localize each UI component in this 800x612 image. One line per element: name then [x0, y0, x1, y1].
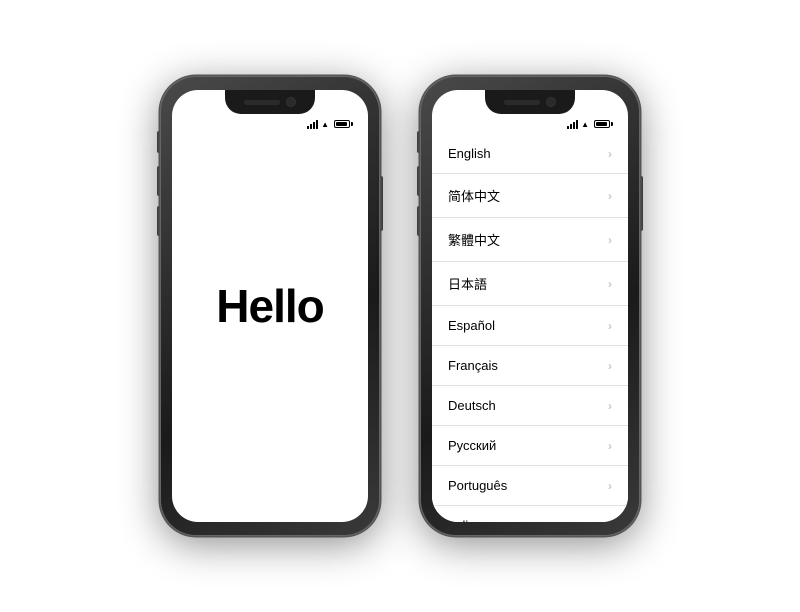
vol-up-right [417, 166, 420, 196]
battery-fill-right [596, 122, 607, 126]
chevron-fr: › [608, 359, 612, 373]
language-screen: English › 简体中文 › 繁體中文 › 日本語 › Español [432, 134, 628, 522]
language-item-pt[interactable]: Português › [432, 466, 628, 506]
chevron-en: › [608, 147, 612, 161]
signal-bar-r3 [573, 122, 575, 129]
language-name-it: Italiano [448, 518, 490, 522]
chevron-zh-hans: › [608, 189, 612, 203]
silent-switch-right [417, 131, 420, 153]
signal-bar-r2 [570, 124, 572, 129]
language-name-en: English [448, 146, 491, 161]
language-name-ru: Русский [448, 438, 496, 453]
vol-down-right [417, 206, 420, 236]
language-item-zh-hans[interactable]: 简体中文 › [432, 174, 628, 218]
language-item-zh-hant[interactable]: 繁體中文 › [432, 218, 628, 262]
wifi-icon-right: ▲ [581, 120, 589, 129]
signal-icon-right [567, 120, 578, 129]
status-icons-left: ▲ [307, 120, 350, 129]
wifi-icon-left: ▲ [321, 120, 329, 129]
chevron-ja: › [608, 277, 612, 291]
power-button-right [640, 176, 643, 231]
chevron-it: › [608, 519, 612, 523]
silent-switch [157, 131, 160, 153]
chevron-de: › [608, 399, 612, 413]
signal-bar-3 [313, 122, 315, 129]
language-name-zh-hant: 繁體中文 [448, 230, 500, 249]
status-bar-left: ▲ [172, 114, 368, 134]
language-item-de[interactable]: Deutsch › [432, 386, 628, 426]
language-name-pt: Português [448, 478, 507, 493]
signal-bar-r4 [576, 120, 578, 129]
signal-bar-2 [310, 124, 312, 129]
language-item-ja[interactable]: 日本語 › [432, 262, 628, 306]
battery-fill-left [336, 122, 347, 126]
signal-bar-1 [307, 126, 309, 129]
chevron-pt: › [608, 479, 612, 493]
language-item-fr[interactable]: Français › [432, 346, 628, 386]
hello-screen: Hello [172, 90, 368, 522]
language-name-ja: 日本語 [448, 274, 487, 293]
language-item-es[interactable]: Español › [432, 306, 628, 346]
vol-up-button [157, 166, 160, 196]
language-item-ru[interactable]: Русский › [432, 426, 628, 466]
notch-left [225, 90, 315, 114]
chevron-es: › [608, 319, 612, 333]
camera-right [546, 97, 556, 107]
battery-icon-left [334, 120, 350, 128]
language-name-de: Deutsch [448, 398, 496, 413]
signal-icon-left [307, 120, 318, 129]
speaker-right [504, 100, 540, 105]
battery-icon-right [594, 120, 610, 128]
language-name-zh-hans: 简体中文 [448, 186, 500, 205]
vol-down-button [157, 206, 160, 236]
notch-right [485, 90, 575, 114]
chevron-ru: › [608, 439, 612, 453]
status-bar-right: ▲ [432, 114, 628, 134]
language-name-es: Español [448, 318, 495, 333]
right-phone-screen: ▲ English › 简体中文 › 繁體中文 › [432, 90, 628, 522]
power-button [380, 176, 383, 231]
language-item-en[interactable]: English › [432, 134, 628, 174]
language-item-it[interactable]: Italiano › [432, 506, 628, 522]
left-phone-screen: ▲ Hello [172, 90, 368, 522]
language-list: English › 简体中文 › 繁體中文 › 日本語 › Español [432, 134, 628, 522]
camera-left [286, 97, 296, 107]
chevron-zh-hant: › [608, 233, 612, 247]
speaker-left [244, 100, 280, 105]
language-name-fr: Français [448, 358, 498, 373]
right-phone: ▲ English › 简体中文 › 繁體中文 › [420, 76, 640, 536]
status-icons-right: ▲ [567, 120, 610, 129]
hello-text: Hello [216, 279, 323, 333]
signal-bar-4 [316, 120, 318, 129]
left-phone: ▲ Hello [160, 76, 380, 536]
signal-bar-r1 [567, 126, 569, 129]
